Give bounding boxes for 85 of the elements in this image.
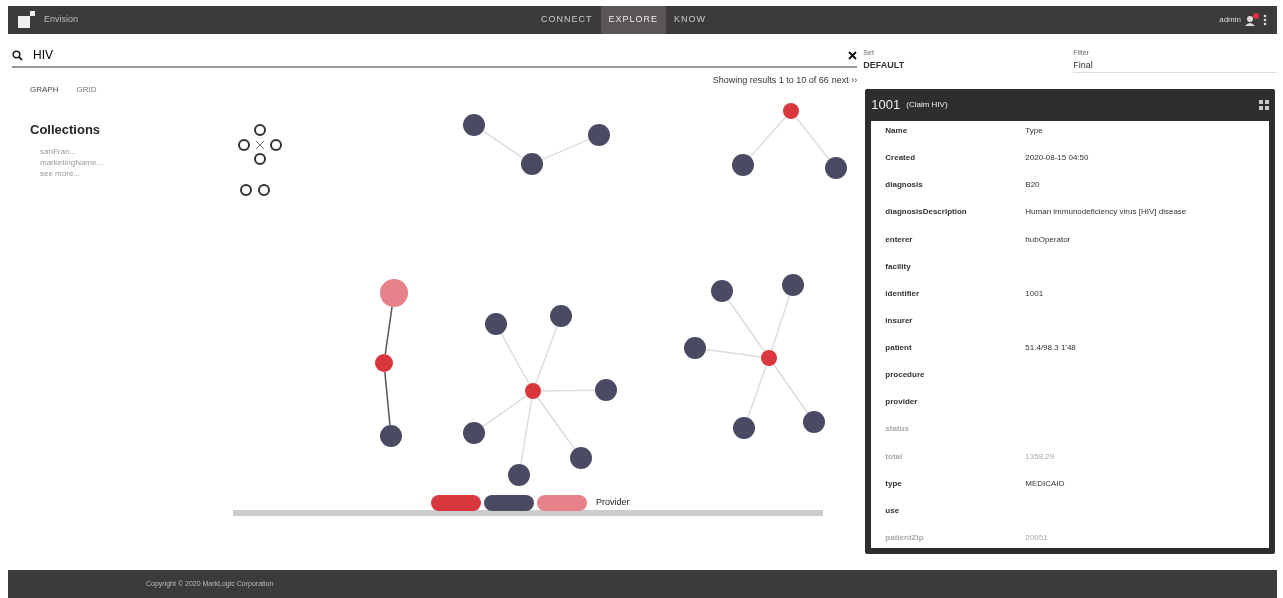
- graph-node[interactable]: [588, 124, 610, 146]
- nav-tab[interactable]: EXPLORE: [600, 6, 667, 34]
- graph-edge: [541, 138, 590, 161]
- set-value[interactable]: DEFAULT: [863, 58, 1074, 72]
- graph-node[interactable]: [733, 417, 755, 439]
- property-value: hubOperator: [1025, 233, 1071, 246]
- legend-label: Provider: [596, 496, 630, 510]
- property-name: identifier: [885, 287, 921, 300]
- nav-tab[interactable]: CONNECT: [533, 6, 601, 34]
- graph-edge: [540, 389, 596, 392]
- legend-item[interactable]: [484, 495, 534, 511]
- property-value: B20: [1025, 179, 1040, 192]
- grid-icon[interactable]: [1259, 100, 1269, 110]
- property-name: enterer: [885, 233, 914, 246]
- graph-edge: [535, 325, 558, 385]
- collections-heading: Collections: [30, 121, 102, 139]
- property-value: 2020-08-15 04:50: [1025, 152, 1089, 165]
- property-name: provider: [885, 396, 919, 409]
- graph-node[interactable]: [825, 157, 847, 179]
- property-name: insurer: [885, 314, 914, 327]
- graph-node[interactable]: [463, 114, 485, 136]
- user-name[interactable]: admin: [1219, 14, 1241, 26]
- property-name: Name: [885, 125, 909, 137]
- property-name: patient: [885, 342, 913, 354]
- graph-node[interactable]: [463, 422, 485, 444]
- property-value: Type: [1025, 125, 1043, 137]
- graph-node[interactable]: [380, 279, 408, 307]
- property-value: 1358.29: [1025, 450, 1055, 463]
- graph-edge: [772, 363, 809, 414]
- graph-edge: [536, 396, 576, 450]
- property-name: Created: [885, 152, 917, 165]
- next-link[interactable]: next ››: [831, 75, 858, 85]
- graph-node[interactable]: [521, 153, 543, 175]
- user-icon[interactable]: [1244, 13, 1260, 27]
- graph-edge: [482, 130, 524, 159]
- graph-node[interactable]: [525, 383, 541, 399]
- property-value: 51.4/98.3 1'48: [1025, 342, 1076, 354]
- panel-title: 1001: [871, 96, 901, 115]
- fit-icon[interactable]: [255, 140, 265, 150]
- graph-edge: [746, 364, 768, 419]
- graph-edge: [770, 294, 791, 352]
- graph-node[interactable]: [380, 425, 402, 447]
- results-text: Showing results 1 to 10 of 66: [712, 75, 829, 85]
- property-name: patientZip: [885, 531, 925, 544]
- property-name: status: [885, 423, 910, 436]
- graph-node[interactable]: [570, 447, 592, 469]
- graph-node[interactable]: [550, 305, 572, 327]
- graph-node[interactable]: [375, 354, 393, 372]
- graph-node[interactable]: [732, 154, 754, 176]
- property-name: diagnosis: [885, 179, 924, 192]
- property-value: 1001: [1025, 287, 1044, 300]
- graph-node[interactable]: [485, 313, 507, 335]
- nav-tab[interactable]: KNOW: [666, 6, 715, 34]
- close-icon[interactable]: [848, 50, 858, 60]
- property-name: type: [885, 477, 903, 490]
- graph-node[interactable]: [684, 337, 706, 359]
- graph-node[interactable]: [508, 464, 530, 486]
- property-name: use: [885, 504, 901, 517]
- search-icon: [12, 49, 23, 61]
- property-value: MEDICAID: [1025, 477, 1065, 490]
- graph-node[interactable]: [761, 350, 777, 366]
- graph-edge: [384, 371, 391, 426]
- horizontal-scrollbar[interactable]: [233, 510, 823, 516]
- graph-edge: [795, 116, 830, 161]
- graph-node[interactable]: [711, 280, 733, 302]
- property-name: procedure: [885, 369, 926, 382]
- property-value: Human immunodeficiency virus [HIV] disease: [1025, 206, 1187, 219]
- graph-node[interactable]: [595, 379, 617, 401]
- graph-edge: [500, 332, 530, 385]
- property-name: diagnosisDescription: [885, 206, 968, 219]
- graph-edge: [384, 306, 393, 355]
- logo-icon: [18, 11, 36, 29]
- property-name: facility: [885, 260, 912, 273]
- panel-subtitle: (Claim HIV): [906, 99, 948, 111]
- legend-item[interactable]: [431, 495, 481, 511]
- view-tab[interactable]: GRID: [76, 84, 97, 96]
- view-tab[interactable]: GRAPH: [30, 84, 59, 96]
- property-name: total: [885, 450, 904, 463]
- graph-node[interactable]: [783, 103, 799, 119]
- brand-name: Envision: [44, 13, 79, 27]
- graph-node[interactable]: [782, 274, 804, 296]
- graph-node[interactable]: [803, 411, 825, 433]
- more-icon[interactable]: [1263, 14, 1267, 26]
- property-value: 20051: [1025, 531, 1048, 544]
- graph-edge: [749, 116, 787, 158]
